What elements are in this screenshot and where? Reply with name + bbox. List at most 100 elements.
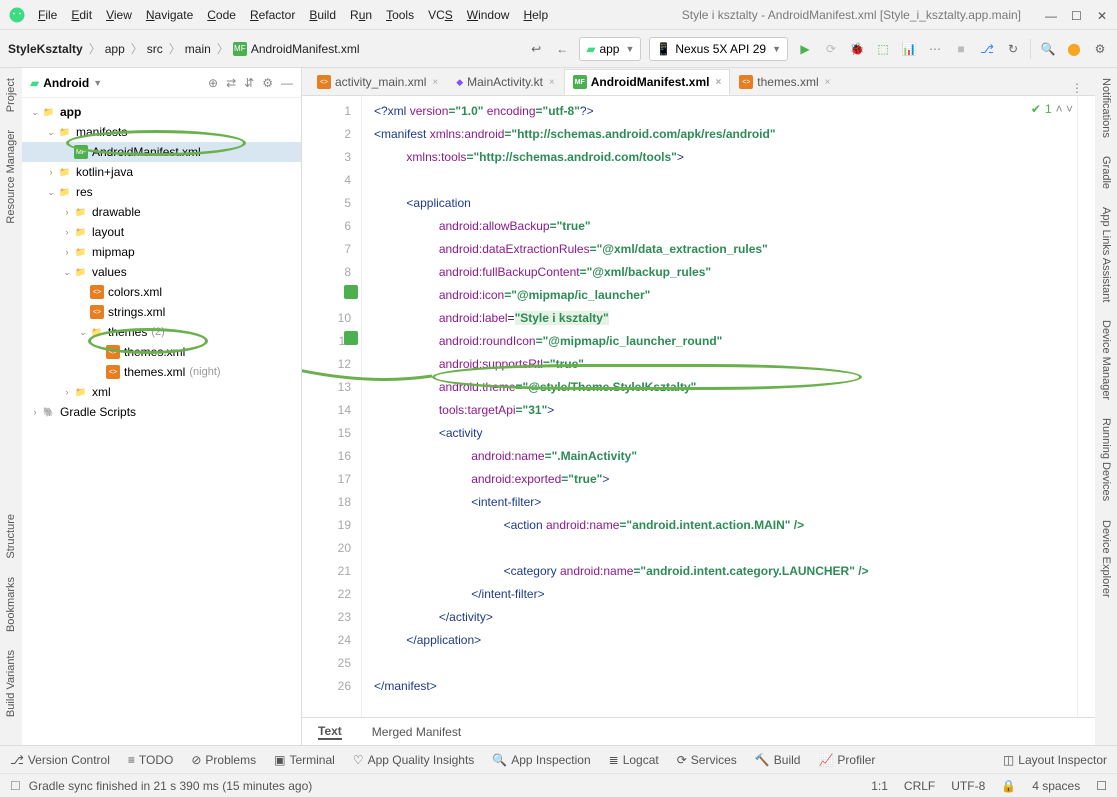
status-readonly-icon[interactable]: 🔒 [1001,779,1016,793]
bottom-problems[interactable]: ⊘ Problems [191,753,256,767]
tab-activity-main[interactable]: <>activity_main.xml× [308,69,447,95]
code-editor[interactable]: <?xml version="1.0" encoding="utf-8"?> <… [362,96,1077,717]
settings-icon[interactable]: ⚙ [1091,40,1109,58]
menu-code[interactable]: Code [207,8,236,22]
tab-options-icon[interactable]: ⋮ [1071,81,1095,95]
menu-build[interactable]: Build [309,8,336,22]
tree-androidmanifest[interactable]: MFAndroidManifest.xml [22,142,301,162]
tree-mipmap[interactable]: ›📁mipmap [22,242,301,262]
debug-icon[interactable]: 🐞 [848,40,866,58]
sidebar-bookmarks[interactable]: Bookmarks [5,577,17,632]
tree-gradle[interactable]: ›🐘Gradle Scripts [22,402,301,422]
attach-icon[interactable]: ⋯ [926,40,944,58]
bottom-terminal[interactable]: ▣ Terminal [274,753,335,767]
status-window-icon[interactable]: ☐ [10,779,21,793]
sidebar-device-manager[interactable]: Device Manager [1100,320,1112,400]
menu-window[interactable]: Window [467,8,510,22]
status-ide-icon[interactable]: ☐ [1096,779,1107,793]
sidebar-device-explorer[interactable]: Device Explorer [1100,520,1112,598]
breadcrumb[interactable]: main [185,42,211,56]
close-icon[interactable]: × [825,77,831,88]
menu-vcs[interactable]: VCS [428,8,453,22]
close-icon[interactable]: × [432,77,438,88]
minimize-icon[interactable]: — [1045,9,1057,21]
status-encoding[interactable]: UTF-8 [951,779,985,793]
status-line-separator[interactable]: CRLF [904,779,935,793]
back-icon[interactable]: ← [553,40,571,58]
hide-icon[interactable]: — [281,76,293,90]
stop-icon[interactable]: ■ [952,40,970,58]
breadcrumb[interactable]: AndroidManifest.xml [251,42,360,56]
sidebar-structure[interactable]: Structure [5,514,17,559]
menu-edit[interactable]: Edit [71,8,92,22]
close-icon[interactable]: × [715,77,721,88]
collapse-icon[interactable]: ⇵ [244,76,254,90]
breadcrumb[interactable]: app [105,42,125,56]
run-icon[interactable]: ▶ [796,40,814,58]
sidebar-notifications[interactable]: Notifications [1100,78,1112,138]
sidebar-resource-manager[interactable]: Resource Manager [5,130,17,224]
bottom-app-quality[interactable]: ♡ App Quality Insights [353,753,475,767]
close-icon[interactable]: × [549,77,555,88]
menu-help[interactable]: Help [523,8,548,22]
maximize-icon[interactable]: ☐ [1071,9,1083,21]
menu-navigate[interactable]: Navigate [146,8,193,22]
tab-androidmanifest[interactable]: MFAndroidManifest.xml× [564,69,731,95]
tree-themes-folder[interactable]: ⌄📁themes(2) [22,322,301,342]
tab-themes[interactable]: <>themes.xml× [730,69,839,95]
menu-tools[interactable]: Tools [386,8,414,22]
tree-app[interactable]: ⌄📁app [22,102,301,122]
tree-themes-night[interactable]: <>themes.xml(night) [22,362,301,382]
bottom-version-control[interactable]: ⎇ Version Control [10,753,110,767]
tree-themes-xml[interactable]: <>themes.xml [22,342,301,362]
bottom-build[interactable]: 🔨 Build [755,753,801,767]
bottom-profiler[interactable]: 📈 Profiler [818,753,875,767]
menu-view[interactable]: View [106,8,132,22]
run-config-select[interactable]: ▰app▼ [579,37,641,61]
coverage-icon[interactable]: ⬚ [874,40,892,58]
search-icon[interactable]: 🔍 [1039,40,1057,58]
breadcrumb[interactable]: StyleKsztalty [8,42,83,56]
bottom-logcat[interactable]: ≣ Logcat [609,753,659,767]
menu-run[interactable]: Run [350,8,372,22]
sidebar-gradle[interactable]: Gradle [1100,156,1112,189]
sidebar-build-variants[interactable]: Build Variants [5,650,17,717]
breadcrumb[interactable]: src [147,42,163,56]
gutter-icon[interactable] [344,285,358,299]
tree-kotlin-java[interactable]: ›📁kotlin+java [22,162,301,182]
sidebar-running-devices[interactable]: Running Devices [1100,418,1112,501]
status-indent[interactable]: 4 spaces [1032,779,1080,793]
tab-mainactivity[interactable]: ◆MainActivity.kt× [447,69,564,95]
status-position[interactable]: 1:1 [871,779,888,793]
bottom-services[interactable]: ⟳ Services [677,753,737,767]
apply-changes-icon[interactable]: ⟳ [822,40,840,58]
menu-file[interactable]: File [38,8,57,22]
tree-res[interactable]: ⌄📁res [22,182,301,202]
git-icon[interactable]: ⎇ [978,40,996,58]
expand-icon[interactable]: ⇄ [226,76,236,90]
bottom-layout-inspector[interactable]: ◫ Layout Inspector [1003,753,1107,767]
tree-layout[interactable]: ›📁layout [22,222,301,242]
sidebar-project[interactable]: Project [5,78,17,112]
close-icon[interactable]: ✕ [1097,9,1109,21]
footer-tab-merged[interactable]: Merged Manifest [372,725,461,739]
tree-manifests[interactable]: ⌄📁manifests [22,122,301,142]
device-select[interactable]: 📱Nexus 5X API 29▼ [649,37,788,61]
footer-tab-text[interactable]: Text [318,724,342,740]
tree-drawable[interactable]: ›📁drawable [22,202,301,222]
tree-colors[interactable]: <>colors.xml [22,282,301,302]
target-icon[interactable]: ⊕ [208,76,218,90]
menu-refactor[interactable]: Refactor [250,8,295,22]
ide-settings-icon[interactable]: ⬤ [1065,40,1083,58]
profile-icon[interactable]: 📊 [900,40,918,58]
tree-strings[interactable]: <>strings.xml [22,302,301,322]
gutter-icon[interactable] [344,331,358,345]
sync-icon[interactable]: ↩ [527,40,545,58]
sidebar-app-links[interactable]: App Links Assistant [1100,207,1112,302]
bottom-todo[interactable]: ≡ TODO [128,753,173,767]
project-panel-title[interactable]: Android [43,76,89,90]
update-icon[interactable]: ↻ [1004,40,1022,58]
settings-icon[interactable]: ⚙ [262,76,273,90]
bottom-app-inspection[interactable]: 🔍 App Inspection [492,753,590,767]
tree-values[interactable]: ⌄📁values [22,262,301,282]
